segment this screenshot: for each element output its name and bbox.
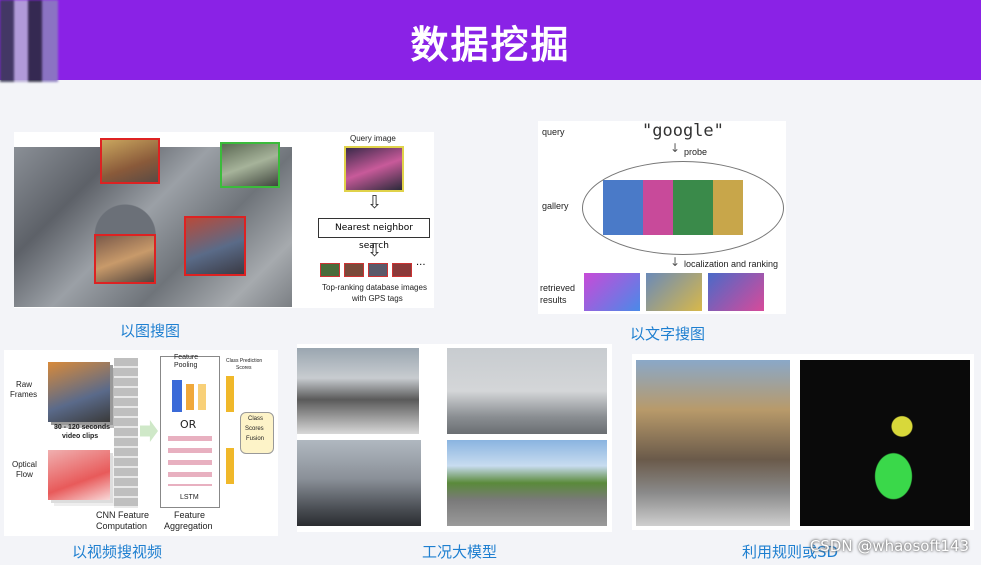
photo-foggy-road bbox=[447, 348, 607, 434]
rule-sd-figure bbox=[632, 354, 974, 530]
clips-line2: video clips bbox=[62, 433, 99, 440]
feature-pooling-line2: Pooling bbox=[174, 362, 198, 369]
video-frames-stack bbox=[48, 362, 110, 422]
agg-label-line2: Aggregation bbox=[164, 521, 213, 531]
caption-text-search: 以文字搜图 bbox=[630, 325, 706, 343]
probe-label: probe bbox=[684, 147, 708, 157]
raw-frames-line1: Raw bbox=[16, 380, 33, 389]
csdn-watermark: CSDN @whaosoft143 bbox=[809, 537, 969, 555]
match-photo-3 bbox=[184, 216, 246, 276]
class-prediction-line2: Scores bbox=[236, 365, 252, 371]
photo-clear-highway bbox=[447, 440, 607, 526]
retrieved-image-1 bbox=[584, 273, 640, 311]
down-arrow-icon: ⇩ bbox=[367, 192, 383, 213]
class-fusion-line2: Scores bbox=[245, 426, 264, 432]
video-search-figure: Raw Frames 30 - 120 seconds video clips … bbox=[4, 350, 278, 536]
photo-city-street bbox=[636, 360, 790, 526]
raw-frames-line2: Frames bbox=[10, 390, 38, 399]
optical-flow-stack bbox=[48, 450, 110, 500]
slide-title: 数据挖掘 bbox=[410, 23, 571, 67]
google-query-text: "google" bbox=[642, 121, 724, 141]
class-prediction-line1: Class Prediction bbox=[226, 358, 263, 364]
pooling-bar-orange bbox=[186, 384, 194, 410]
blurred-avatar bbox=[0, 0, 58, 82]
result-caption-line1: Top-ranking database images bbox=[322, 283, 427, 292]
clips-line1: 30 - 120 seconds bbox=[54, 424, 111, 431]
lstm-cells bbox=[168, 436, 212, 486]
pooling-bar-blue bbox=[172, 380, 182, 412]
photo-rainy-windshield bbox=[297, 440, 421, 526]
retrieved-image-2 bbox=[646, 273, 702, 311]
caption-condition-model: 工况大模型 bbox=[422, 543, 498, 561]
text-search-figure: query "google" probe ↓ gallery ↓ localiz… bbox=[538, 121, 786, 314]
image-search-figure: Query image ⇩ Nearest neighbor search ⇩ … bbox=[14, 132, 434, 308]
result-thumbnails: ... bbox=[320, 257, 430, 277]
query-label: query bbox=[542, 127, 565, 137]
cnn-label-line1: CNN Feature bbox=[96, 510, 150, 520]
title-bar: 数据挖掘 bbox=[0, 0, 981, 80]
retrieved-label-line1: retrieved bbox=[540, 283, 576, 293]
cnn-label-line2: Computation bbox=[96, 521, 148, 531]
caption-image-search: 以图搜图 bbox=[120, 322, 181, 340]
class-fusion-line1: Class bbox=[248, 416, 264, 422]
down-arrow-icon-4: ↓ bbox=[670, 255, 681, 269]
caption-video-search: 以视频搜视频 bbox=[72, 543, 163, 561]
nearest-neighbor-box: Nearest neighbor search bbox=[318, 218, 430, 251]
optical-flow-line2: Flow bbox=[16, 470, 33, 479]
or-label: OR bbox=[180, 418, 197, 431]
cnn-columns bbox=[114, 358, 138, 508]
photo-segmentation-render bbox=[800, 360, 970, 526]
localization-label: localization and ranking bbox=[684, 259, 779, 269]
retrieved-image-3 bbox=[708, 273, 764, 311]
score-bar-bottom bbox=[226, 448, 234, 484]
gallery-label: gallery bbox=[542, 201, 569, 211]
class-fusion-line3: Fusion bbox=[246, 436, 265, 442]
pooling-bar-yellow bbox=[198, 384, 206, 410]
agg-label-line1: Feature bbox=[174, 510, 206, 520]
query-image-label: Query image bbox=[350, 134, 396, 143]
down-arrow-icon-3: ↓ bbox=[670, 141, 681, 155]
photo-highway-traffic bbox=[297, 348, 419, 434]
down-arrow-icon-2: ⇩ bbox=[367, 240, 383, 261]
lstm-label: LSTM bbox=[180, 494, 199, 501]
match-photo-4 bbox=[94, 234, 156, 284]
match-photo-1 bbox=[100, 138, 160, 184]
score-bar-top bbox=[226, 376, 234, 412]
match-photo-2 bbox=[220, 142, 280, 188]
result-caption-line2: with GPS tags bbox=[352, 294, 403, 303]
gallery-ellipse bbox=[582, 161, 784, 255]
query-image bbox=[344, 146, 404, 192]
retrieved-label-line2: results bbox=[540, 295, 567, 305]
driving-conditions-figure bbox=[297, 344, 612, 532]
optical-flow-line1: Optical bbox=[12, 460, 37, 469]
feature-pooling-line1: Feature bbox=[174, 354, 199, 361]
flow-arrow-icon bbox=[140, 420, 158, 442]
